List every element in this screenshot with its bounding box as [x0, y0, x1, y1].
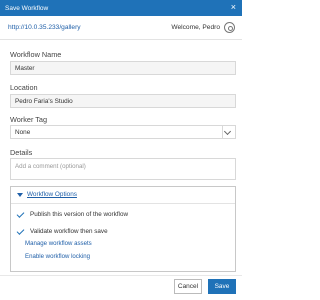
publish-label: Publish this version of the workflow — [30, 211, 128, 218]
worker-tag-label: Worker Tag — [10, 115, 48, 124]
dialog-title-bar: Save Workflow × — [0, 0, 242, 16]
location-label: Location — [10, 83, 38, 92]
welcome-text: Welcome, Pedro — [171, 24, 220, 31]
enable-locking-link[interactable]: Enable workflow locking — [25, 253, 90, 260]
details-textarea[interactable]: Add a comment (optional) — [10, 158, 236, 180]
workflow-name-label: Workflow Name — [10, 50, 62, 59]
footer-divider — [0, 275, 242, 276]
details-placeholder: Add a comment (optional) — [15, 163, 86, 170]
checkmark-icon — [16, 226, 25, 235]
cancel-button[interactable]: Cancel — [174, 279, 202, 294]
details-label: Details — [10, 148, 33, 157]
chevron-down-icon[interactable] — [222, 126, 232, 138]
gear-icon[interactable] — [224, 22, 235, 33]
workflow-name-value: Master — [15, 64, 35, 72]
caret-down-icon — [17, 192, 23, 197]
close-icon[interactable]: × — [231, 3, 236, 12]
server-url[interactable]: http://10.0.35.233/gallery — [8, 24, 81, 31]
workflow-name-input[interactable]: Master — [10, 61, 236, 75]
save-button[interactable]: Save — [208, 279, 236, 294]
validate-checkbox[interactable]: Validate workflow then save — [16, 226, 108, 235]
publish-checkbox[interactable]: Publish this version of the workflow — [16, 209, 128, 218]
worker-tag-select[interactable]: None — [10, 125, 236, 139]
location-value: Pedro Faria's Studio — [15, 97, 73, 105]
workflow-options-header: Workflow Options — [27, 191, 77, 198]
validate-label: Validate workflow then save — [30, 228, 108, 235]
workflow-options-panel: Workflow Options Publish this version of… — [10, 186, 236, 272]
location-input[interactable]: Pedro Faria's Studio — [10, 94, 236, 108]
options-divider — [11, 203, 235, 204]
workflow-options-toggle[interactable]: Workflow Options — [17, 191, 77, 198]
server-row: http://10.0.35.233/gallery Welcome, Pedr… — [0, 16, 242, 40]
worker-tag-value: None — [15, 128, 31, 136]
manage-assets-link[interactable]: Manage workflow assets — [25, 240, 92, 247]
checkmark-icon — [16, 209, 25, 218]
dialog-title: Save Workflow — [5, 4, 49, 12]
